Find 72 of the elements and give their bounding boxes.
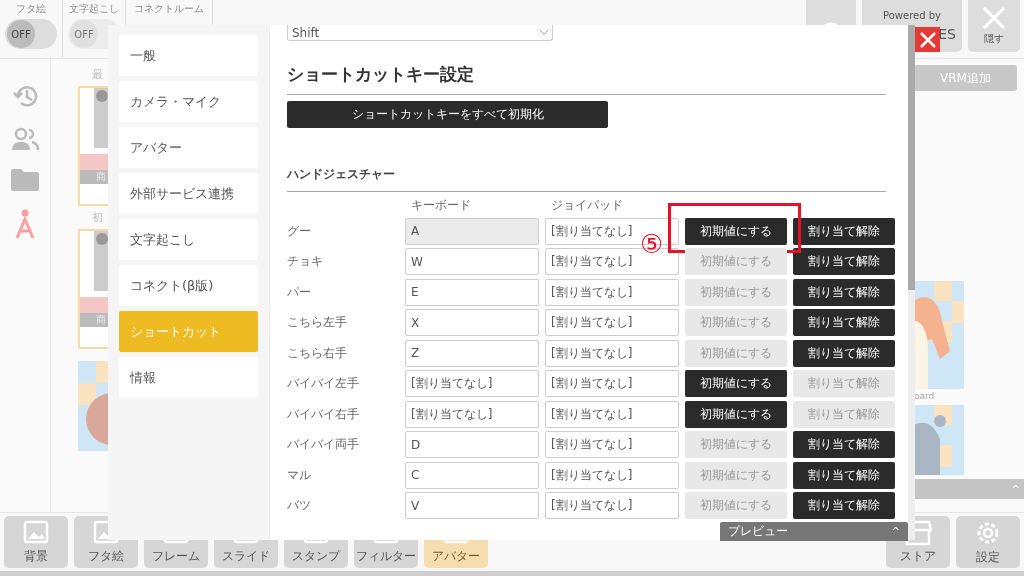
caret-icon <box>540 30 548 35</box>
keyboard-field[interactable]: Z <box>405 339 539 367</box>
settings-nav-item[interactable]: 一般 <box>119 35 258 76</box>
settings-nav-item[interactable]: 文字起こし <box>119 219 258 260</box>
gesture-label: グー <box>287 222 312 240</box>
joypad-field[interactable]: [割り当てなし] <box>545 431 679 458</box>
joypad-field[interactable]: [割り当てなし] <box>545 370 679 397</box>
card-caption: oard <box>914 391 936 401</box>
keyboard-field[interactable]: [割り当てなし] <box>405 400 539 428</box>
close-icon <box>919 31 936 48</box>
unassign-button[interactable]: 割り当て解除 <box>793 217 895 245</box>
toolbar-button[interactable]: 背景 <box>4 516 68 568</box>
tab[interactable]: コネクトルーム <box>134 2 204 16</box>
close-icon <box>982 6 1006 30</box>
joypad-field[interactable]: [割り当てなし] <box>545 461 679 489</box>
folder-icon[interactable] <box>11 169 39 191</box>
section-heading: ショートカットキー設定 <box>287 63 475 86</box>
section-label: 初 <box>92 210 104 225</box>
joypad-field[interactable]: [割り当てなし] <box>545 339 679 367</box>
unassign-button[interactable]: 割り当て解除 <box>793 248 895 275</box>
settings-nav-item[interactable]: アバター <box>119 127 258 168</box>
toggle-label: 文字起こし <box>69 2 119 16</box>
settings-button[interactable]: 設定 <box>956 516 1020 568</box>
history-icon[interactable] <box>10 83 40 109</box>
subsection-heading: ハンドジェスチャー <box>287 166 396 183</box>
people-icon[interactable] <box>10 127 40 151</box>
settings-nav-item[interactable]: カメラ・マイク <box>119 81 258 122</box>
settings-nav-item[interactable]: コネクト(β版) <box>119 265 258 306</box>
select-field[interactable]: Shift <box>287 25 553 41</box>
keyboard-field[interactable]: [割り当てなし] <box>405 370 539 397</box>
gesture-label: バイバイ左手 <box>287 375 360 392</box>
gesture-label: こちら左手 <box>287 314 348 331</box>
settings-nav-item[interactable]: 外部サービス連携 <box>119 173 258 214</box>
gesture-label: こちら右手 <box>287 344 348 362</box>
column-header: キーボード <box>410 197 472 214</box>
gesture-label: チョキ <box>287 253 324 270</box>
close-button[interactable] <box>915 27 940 52</box>
reset-default-button[interactable]: 初期値にする <box>685 400 787 428</box>
toggle-label: フタ絵 <box>16 2 46 16</box>
unassign-button[interactable]: 割り当て解除 <box>793 278 895 306</box>
joypad-field[interactable]: [割り当てなし] <box>545 309 679 336</box>
joypad-field[interactable]: [割り当てなし] <box>545 400 679 428</box>
avatar-icon[interactable] <box>15 209 35 239</box>
gesture-label: バイバイ右手 <box>287 405 360 423</box>
keyboard-field[interactable]: X <box>405 309 539 336</box>
gesture-label: バツ <box>287 497 312 514</box>
unassign-button[interactable]: 割り当て解除 <box>793 309 895 336</box>
image-icon <box>23 519 49 546</box>
keyboard-field[interactable]: C <box>405 461 539 489</box>
keyboard-field[interactable]: V <box>405 492 539 519</box>
unassign-button[interactable]: 割り当て解除 <box>793 492 895 519</box>
keyboard-field[interactable]: W <box>405 248 539 275</box>
gesture-label: バイバイ両手 <box>287 436 360 453</box>
gesture-label: マル <box>287 466 312 484</box>
settings-nav-item[interactable]: 情報 <box>119 357 258 398</box>
keyboard-field[interactable]: A <box>405 217 539 245</box>
preview-bar[interactable]: プレビュー ^ <box>720 522 908 541</box>
joypad-field[interactable]: [割り当てなし] <box>545 492 679 519</box>
joypad-field[interactable]: [割り当てなし] <box>545 278 679 306</box>
unassign-button[interactable]: 割り当て解除 <box>793 339 895 367</box>
toggle-switch[interactable]: OFF <box>5 19 57 49</box>
reset-default-button[interactable]: 初期値にする <box>685 370 787 397</box>
reset-all-button[interactable]: ショートカットキーをすべて初期化 <box>287 101 608 128</box>
gesture-label: パー <box>287 283 312 301</box>
keyboard-field[interactable]: D <box>405 431 539 458</box>
hide-button[interactable]: 隠す <box>968 0 1020 52</box>
reset-default-button[interactable]: 初期値にする <box>685 217 787 245</box>
column-header: ジョイパッド <box>550 197 624 214</box>
keyboard-field[interactable]: E <box>405 278 539 306</box>
scrollbar-thumb[interactable] <box>908 25 915 290</box>
unassign-button[interactable]: 割り当て解除 <box>793 431 895 458</box>
unassign-button[interactable]: 割り当て解除 <box>793 461 895 489</box>
